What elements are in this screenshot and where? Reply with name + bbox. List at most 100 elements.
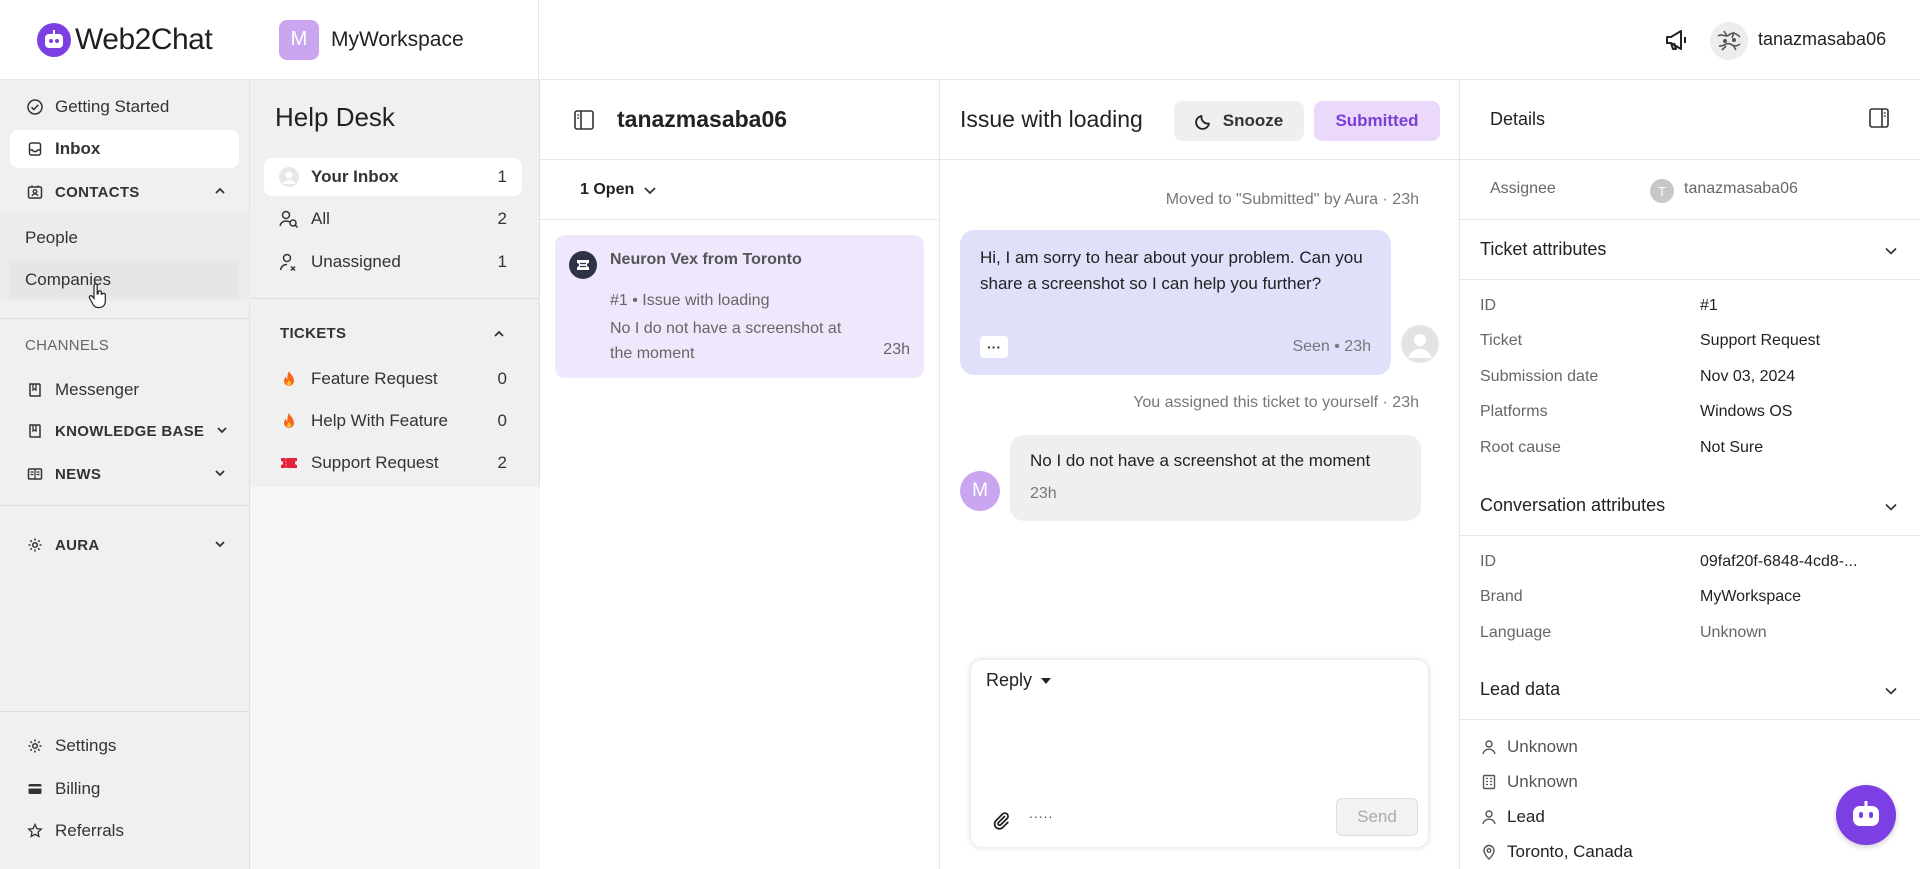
gear-icon: [25, 736, 45, 756]
inbox-label: All: [311, 209, 330, 228]
top-bar: tanazmasaba06: [540, 0, 1920, 80]
lead-company-row[interactable]: Unknown: [1480, 772, 1578, 792]
reply-mode-dropdown[interactable]: Reply: [986, 670, 1052, 691]
helpdesk-divider: [250, 298, 540, 299]
attr-label: Brand: [1480, 588, 1523, 605]
lead-name-row[interactable]: Unknown: [1480, 737, 1578, 757]
chat-launcher-button[interactable]: [1836, 785, 1896, 845]
chevron-down-icon: [215, 423, 229, 437]
conversation-attributes-section[interactable]: Conversation attributes: [1460, 476, 1920, 536]
moon-icon: [1195, 112, 1213, 130]
inbox-your-inbox[interactable]: Your Inbox 1: [264, 158, 522, 196]
brand-name: Web2Chat: [75, 22, 213, 56]
assignee-row[interactable]: Assignee T tanazmasaba06: [1460, 160, 1920, 220]
chat-header: Issue with loading Snooze Submitted: [940, 80, 1460, 160]
nav-aura[interactable]: AURA: [10, 526, 239, 564]
inbox-label: Your Inbox: [311, 167, 399, 186]
brand-logo[interactable]: Web2Chat: [0, 0, 250, 80]
panel-toggle-icon[interactable]: [1868, 107, 1890, 129]
nav-referrals[interactable]: Referrals: [10, 812, 239, 850]
ticket-status-button[interactable]: Submitted: [1314, 101, 1440, 141]
system-message-assigned: You assigned this ticket to yourself · 2…: [1133, 394, 1419, 411]
attr-label: Submission date: [1480, 368, 1599, 385]
helpdesk-sidebar: Help Desk Your Inbox 1 All 2 Unassigned …: [250, 80, 540, 869]
paperclip-icon[interactable]: [991, 810, 1011, 830]
more-options-button[interactable]: .....: [1029, 805, 1053, 821]
nav-contacts[interactable]: CONTACTS: [10, 173, 239, 211]
reply-input[interactable]: [986, 705, 1411, 775]
system-message-moved: Moved to "Submitted" by Aura · 23h: [1165, 191, 1419, 208]
nav-getting-started[interactable]: Getting Started: [10, 88, 239, 126]
snooze-label: Snooze: [1222, 111, 1284, 130]
conversation-list: Neuron Vex from Toronto #1 • Issue with …: [540, 220, 940, 869]
conversation-item[interactable]: Neuron Vex from Toronto #1 • Issue with …: [555, 235, 924, 378]
chevron-up-icon: [213, 184, 227, 198]
attr-value: MyWorkspace: [1700, 588, 1802, 605]
newspaper-icon: [25, 464, 45, 484]
inbox-count: 1: [497, 252, 507, 271]
megaphone-icon[interactable]: [1663, 26, 1691, 54]
nav-settings[interactable]: Settings: [10, 727, 239, 765]
section-title: Ticket attributes: [1480, 239, 1607, 259]
message-options-button[interactable]: ···: [980, 336, 1008, 358]
lead-data-section[interactable]: Lead data: [1460, 660, 1920, 720]
ticket-help-with-feature[interactable]: Help With Feature 0: [264, 402, 522, 440]
nav-messenger[interactable]: Messenger: [10, 371, 239, 409]
attr-value: Nov 03, 2024: [1700, 368, 1796, 385]
ticket-feature-request[interactable]: Feature Request 0: [264, 360, 522, 398]
agent-message-text: Hi, I am sorry to hear about your proble…: [980, 248, 1363, 293]
details-title: Details: [1490, 109, 1546, 129]
chevron-down-icon: [213, 466, 227, 480]
nav-label: NEWS: [55, 465, 102, 483]
workspace-name: MyWorkspace: [331, 27, 464, 51]
chevron-up-icon[interactable]: [492, 327, 506, 341]
hand-pointer-cursor-icon: [88, 283, 108, 309]
nav-billing[interactable]: Billing: [10, 770, 239, 808]
inbox-all[interactable]: All 2: [264, 200, 522, 238]
status-label: Submitted: [1335, 111, 1419, 130]
status-filter-dropdown[interactable]: 1 Open: [540, 160, 940, 220]
attr-label: Platforms: [1480, 403, 1548, 420]
status-filter-label: 1 Open: [580, 180, 635, 198]
tickets-section-header[interactable]: TICKETS: [280, 325, 346, 342]
chevron-down-icon: [213, 537, 227, 551]
nav-companies[interactable]: Companies: [10, 261, 239, 299]
attr-label: Ticket: [1480, 332, 1523, 349]
reply-mode-label: Reply: [986, 670, 1033, 690]
workspace-avatar: M: [279, 19, 319, 60]
send-button[interactable]: Send: [1336, 798, 1418, 836]
user-avatar[interactable]: [1710, 22, 1748, 60]
nav-label: AURA: [55, 536, 100, 554]
section-title: Conversation attributes: [1480, 495, 1666, 515]
lead-type-row[interactable]: Lead: [1480, 807, 1545, 827]
chat-thread: Moved to "Submitted" by Aura · 23h Hi, I…: [940, 160, 1460, 869]
conversation-preview: No I do not have a screenshot at the mom…: [610, 320, 842, 362]
star-icon: [25, 821, 45, 841]
reply-composer: Reply ..... Send: [970, 659, 1429, 848]
contact-message-text: No I do not have a screenshot at the mom…: [1030, 451, 1371, 470]
nav-people[interactable]: People: [10, 219, 239, 257]
ticket-support-request[interactable]: Support Request 2: [264, 444, 522, 482]
nav-label: CONTACTS: [55, 183, 140, 201]
ticket-label: Feature Request: [311, 369, 438, 388]
ticket-attributes-section[interactable]: Ticket attributes: [1460, 220, 1920, 280]
nav-knowledge-base[interactable]: KNOWLEDGE BASE: [10, 412, 239, 450]
credit-card-icon: [25, 779, 45, 799]
nav-label: Settings: [55, 736, 117, 755]
building-icon: [1480, 773, 1498, 791]
snooze-button[interactable]: Snooze: [1174, 101, 1304, 141]
nav-news[interactable]: NEWS: [10, 455, 239, 493]
nav-divider: [0, 505, 250, 506]
attr-value: Not Sure: [1700, 439, 1764, 456]
book-icon: [25, 421, 45, 441]
attr-label: Language: [1480, 624, 1552, 641]
contact-message: No I do not have a screenshot at the mom…: [1010, 435, 1421, 521]
avatar-icon: [278, 166, 300, 188]
inbox-unassigned[interactable]: Unassigned 1: [264, 243, 522, 281]
nav-inbox[interactable]: Inbox: [10, 130, 239, 168]
sidebar-toggle-icon[interactable]: [573, 109, 595, 131]
channels-label: CHANNELS: [25, 337, 110, 354]
user-name[interactable]: tanazmasaba06: [1758, 29, 1886, 50]
lead-location-row[interactable]: Toronto, Canada: [1480, 842, 1633, 862]
workspace-switcher[interactable]: M MyWorkspace: [250, 0, 539, 80]
